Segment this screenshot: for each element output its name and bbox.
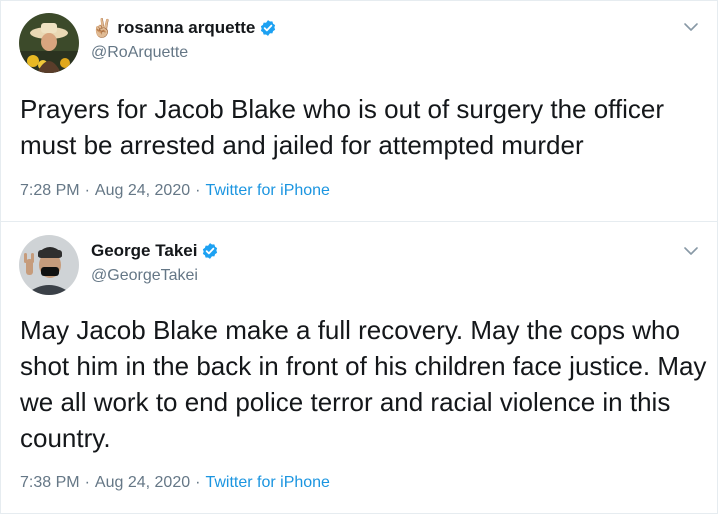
meta-separator: · [84,474,90,491]
tweet-time[interactable]: 7:38 PM [20,474,80,491]
chevron-down-icon[interactable] [683,243,699,259]
tweet-meta: 7:38 PM · Aug 24, 2020 · Twitter for iPhone [20,474,330,492]
meta-separator: · [195,182,201,199]
tweet-source-link[interactable]: Twitter for iPhone [205,182,330,199]
tweet-card[interactable]: George Takei @GeorgeTakei May Jacob Blak… [0,221,718,514]
tweet-meta: 7:28 PM · Aug 24, 2020 · Twitter for iPhone [20,182,330,200]
avatar[interactable] [19,13,79,73]
avatar-image [19,235,79,295]
display-name[interactable]: George Takei [91,241,197,261]
verified-badge-icon [201,242,219,260]
avatar-image [19,13,79,73]
tweet-source-link[interactable]: Twitter for iPhone [205,474,330,491]
author-handle[interactable]: @GeorgeTakei [91,267,198,285]
tweet-date[interactable]: Aug 24, 2020 [95,182,190,199]
meta-separator: · [195,474,201,491]
peace-hand-emoji: ✌🏼 [91,18,114,38]
author-name-row: George Takei [91,241,219,261]
author-name-row: ✌🏼 rosanna arquette [91,18,277,38]
tweet-date[interactable]: Aug 24, 2020 [95,474,190,491]
tweet-text: Prayers for Jacob Blake who is out of su… [20,94,665,160]
tweet-time[interactable]: 7:28 PM [20,182,80,199]
meta-separator: · [84,182,90,199]
tweet-feed: ✌🏼 rosanna arquette @RoArquette Prayers … [0,0,720,514]
chevron-down-icon[interactable] [683,19,699,35]
display-name[interactable]: rosanna arquette [117,18,255,38]
verified-badge-icon [259,19,277,37]
author-handle[interactable]: @RoArquette [91,44,188,62]
tweet-text: May Jacob Blake make a full recovery. Ma… [20,315,707,453]
tweet-card[interactable]: ✌🏼 rosanna arquette @RoArquette Prayers … [0,0,718,222]
avatar[interactable] [19,235,79,295]
